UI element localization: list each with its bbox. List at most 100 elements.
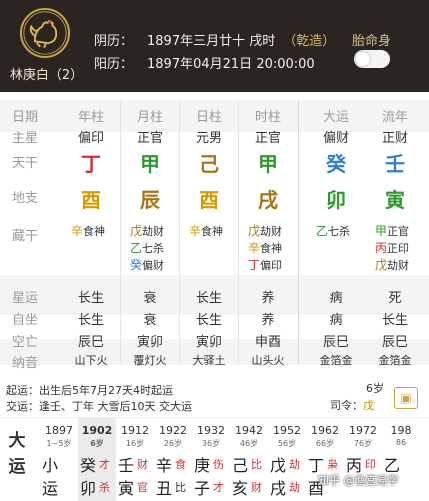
- canggan-3-1: 辛食神: [248, 239, 282, 256]
- tiangan-2: 己: [199, 152, 219, 176]
- dayun-year: 1932: [197, 424, 225, 437]
- canggan-stem: 乙: [130, 241, 143, 255]
- row-label-canggan: 藏干: [12, 229, 39, 244]
- canggan-stem: 辛: [71, 224, 84, 238]
- lunar-date-row: 阴历： 1897年三月廿十 戌时 （乾造）: [94, 30, 335, 49]
- xingyun-0: 长生: [77, 291, 104, 306]
- solar-date: 1897年04月21日 20:00:00: [147, 57, 315, 72]
- zodiac-rooster-avatar[interactable]: [20, 8, 70, 58]
- dayun-branch-god: 劫: [289, 481, 300, 494]
- canggan-5-2: 戊劫财: [375, 256, 409, 273]
- xingyun-5: 死: [388, 291, 402, 306]
- canggan-1-0: 戊劫财: [130, 222, 164, 239]
- canggan-stem: 戊: [375, 258, 388, 272]
- nayin-4: 金箔金: [319, 354, 353, 367]
- dayun-year: 1897: [45, 424, 73, 437]
- nayin-2: 大驿土: [192, 354, 226, 367]
- canggan-god: 食神: [201, 225, 224, 238]
- column-header-3: 时柱: [254, 110, 281, 125]
- taiming-toggle[interactable]: [354, 50, 390, 68]
- jiaoyun-label: 交运：: [6, 400, 39, 413]
- canggan-god: 劫财: [260, 225, 283, 238]
- dayun-stem-god: 伤: [213, 458, 224, 471]
- canggan-3-0: 戊劫财: [248, 222, 282, 239]
- zhuxing-0: 偏印: [77, 131, 104, 146]
- current-age: 6岁: [366, 382, 384, 395]
- canggan-0-0: 辛食神: [71, 222, 105, 239]
- nayin-0: 山下火: [74, 354, 108, 367]
- calendar-icon[interactable]: ▣: [394, 387, 418, 409]
- nayin-1: 覆灯火: [133, 354, 167, 367]
- dayun-stem: 庚: [194, 456, 211, 475]
- zizuo-1: 衰: [143, 313, 157, 328]
- dayun-branch-god: 官: [137, 481, 148, 494]
- dayun-item[interactable]: 1972 76岁丙印: [344, 418, 382, 501]
- dayun-item[interactable]: 198 86 乙: [382, 418, 420, 501]
- dayun-branch-god: 比: [175, 481, 186, 494]
- dayun-item[interactable]: 1952 56岁戊劫戌劫: [268, 418, 306, 501]
- dayun-branch: 寅: [118, 479, 135, 498]
- siling-label: 司令：: [330, 399, 363, 412]
- dayun-item[interactable]: 1897 1~5岁小运: [40, 418, 78, 501]
- dayun-age: 76岁: [353, 439, 373, 448]
- nayin-3: 山头火: [251, 354, 285, 367]
- canggan-1-1: 乙七杀: [130, 239, 164, 256]
- chart-header: 林庚白（2） 阴历： 1897年三月廿十 戌时 （乾造） 阳历： 1897年04月21…: [0, 0, 429, 92]
- dizhi-0: 酉: [81, 188, 101, 212]
- column-divider: [298, 100, 299, 364]
- canggan-stem: 丙: [375, 241, 388, 255]
- nayin-5: 金箔金: [378, 354, 412, 367]
- tiangan-5: 壬: [385, 152, 405, 176]
- canggan-god: 七杀: [142, 242, 165, 255]
- taiming-label: 胎命身: [352, 34, 392, 49]
- dayun-stem-god: 枭: [327, 458, 338, 471]
- canggan-5-0: 甲正官: [375, 222, 409, 239]
- canggan-stem: 辛: [248, 241, 261, 255]
- dayun-stem: 小: [42, 456, 59, 475]
- dayun-item[interactable]: 1962 66岁丁枭酉: [306, 418, 344, 501]
- dayun-branch: 卯: [80, 479, 97, 498]
- zhuxing-3: 正官: [254, 131, 281, 146]
- tiangan-1: 甲: [140, 152, 160, 176]
- dizhi-3: 戌: [258, 188, 278, 212]
- dayun-year: 1902: [81, 424, 113, 437]
- row-label-dizhi: 地支: [12, 191, 39, 206]
- dayun-branch: 丑: [156, 479, 173, 498]
- dayun-item[interactable]: 1912 16岁壬财寅官: [116, 418, 154, 501]
- dayun-item[interactable]: 1942 46岁己比亥财: [230, 418, 268, 501]
- dayun-age: 6岁: [90, 439, 104, 448]
- row-label-tiangan: 天干: [12, 156, 39, 171]
- canggan-god: 偏印: [260, 259, 283, 272]
- dayun-age: 16岁: [125, 439, 145, 448]
- canggan-1-2: 癸偏财: [130, 256, 164, 273]
- column-header-2: 日柱: [195, 110, 222, 125]
- dayun-stem-god: 劫: [289, 458, 300, 471]
- dayun-strip[interactable]: 大运 1897 1~5岁小运 1902 6岁癸才卯杀 1912 16岁壬财寅官 1922 26…: [0, 417, 429, 501]
- tiangan-4: 癸: [326, 152, 346, 176]
- lunar-label: 阴历：: [94, 34, 134, 49]
- canggan-5-1: 丙正印: [375, 239, 409, 256]
- dayun-stem: 辛: [156, 456, 173, 475]
- dayun-year: 1912: [121, 424, 149, 437]
- xingyun-3: 养: [261, 291, 275, 306]
- dayun-age: 46岁: [239, 439, 259, 448]
- xingyun-2: 长生: [195, 291, 222, 306]
- xingyun-1: 衰: [143, 291, 157, 306]
- zizuo-2: 长生: [195, 313, 222, 328]
- dayun-item[interactable]: 1902 6岁癸才卯杀: [78, 418, 116, 501]
- person-name[interactable]: 林庚白（2）: [4, 64, 89, 83]
- dayun-item[interactable]: 1932 36岁庚伤子才: [192, 418, 230, 501]
- dayun-branch-god: 财: [251, 481, 262, 494]
- dayun-item[interactable]: 1922 26岁辛食丑比: [154, 418, 192, 501]
- rooster-icon: [23, 11, 67, 55]
- dizhi-5: 寅: [385, 188, 405, 212]
- canggan-stem: 辛: [189, 224, 202, 238]
- solar-date-row: 阳历： 1897年04月21日 20:00:00: [94, 53, 315, 72]
- dayun-stem-god: 财: [137, 458, 148, 471]
- dayun-stem-god: 才: [99, 458, 110, 471]
- kongwang-5: 辰巳: [381, 335, 408, 350]
- canggan-stem: 戊: [248, 224, 261, 238]
- dayun-age: 56岁: [277, 439, 297, 448]
- column-header-1: 月柱: [136, 110, 163, 125]
- dayun-age: 26岁: [163, 439, 183, 448]
